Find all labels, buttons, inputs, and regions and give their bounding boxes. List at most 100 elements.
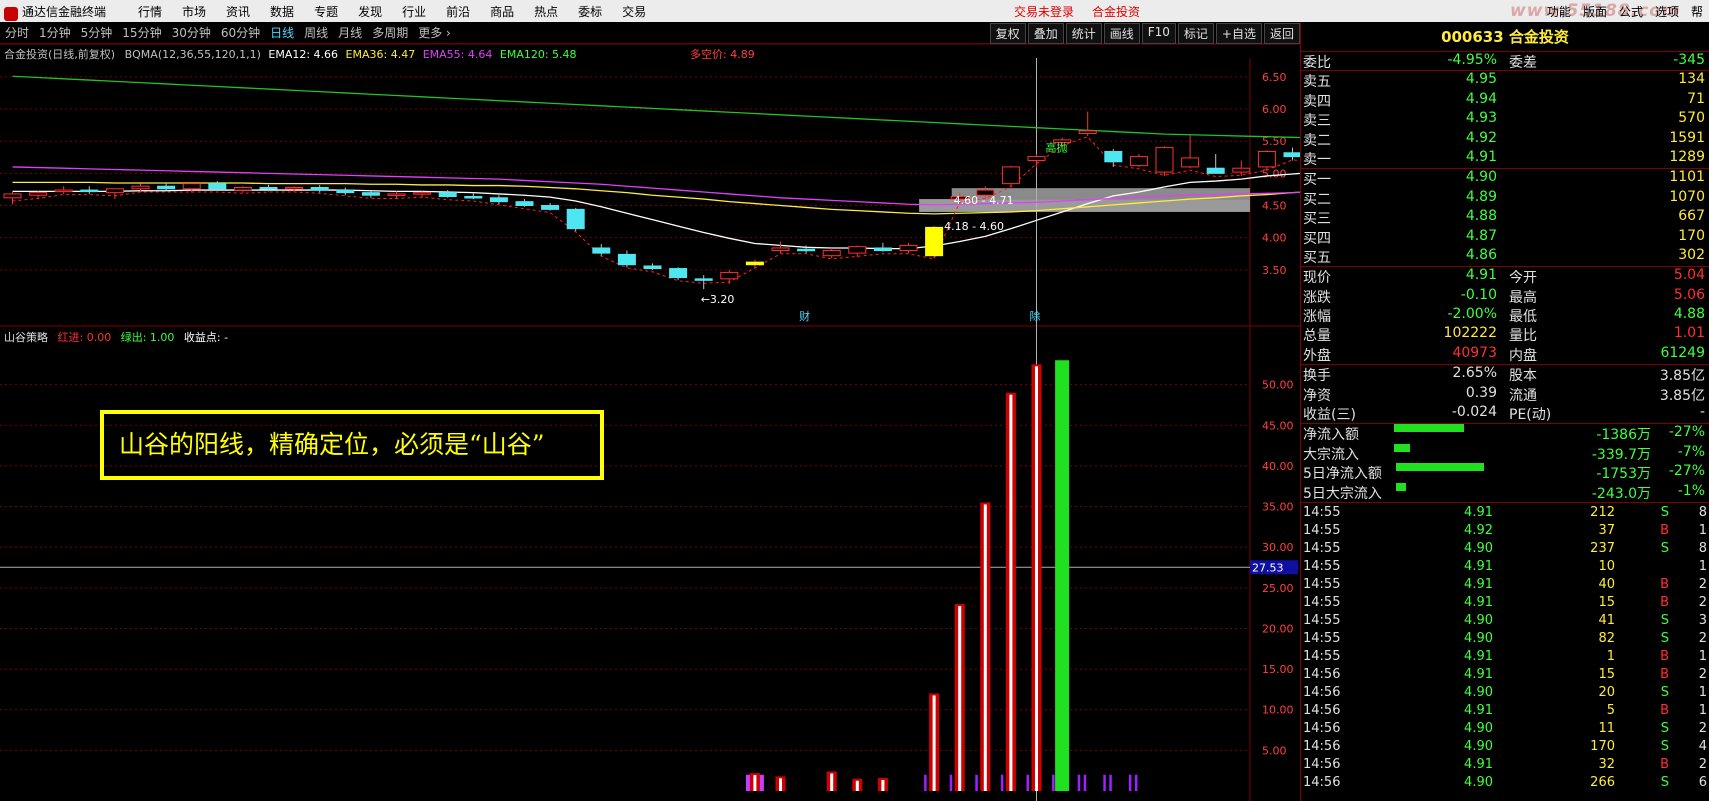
buy-book: 买一 4.90 1101 买二 4.89 1070 买三 4.88 667 买四 4.87 170 买五… [1301, 169, 1709, 268]
menu-right-0[interactable]: 功能 [1541, 3, 1577, 20]
share-row: 换手 2.65% 股本 3.85亿 [1301, 365, 1709, 384]
menu-right-2[interactable]: 公式 [1613, 3, 1649, 20]
sell-row: 卖三 4.93 570 [1301, 110, 1709, 129]
tick-volume: 32 [1598, 756, 1615, 772]
share-row-label: 换手 [1303, 368, 1331, 385]
period-tabs: 分时 1分钟 5分钟 15分钟 30分钟 60分钟 日线 周线 月线 多周期 更多 › [0, 24, 456, 41]
flow-bar [1394, 424, 1465, 433]
sell-volume: 1289 [1669, 148, 1705, 165]
stat-row-label2: 量比 [1509, 328, 1537, 345]
period-tab-3[interactable]: 15分钟 [117, 24, 166, 41]
menu-item-9[interactable]: 热点 [524, 3, 568, 20]
tick-price: 4.91 [1464, 648, 1493, 664]
menu-item-8[interactable]: 商品 [480, 3, 524, 20]
tick-list[interactable]: 14:55 4.91 212 S 8 14:55 4.92 37 B 1 14:55 4.90 237 S… [1301, 503, 1709, 793]
menu-right-1[interactable]: 版面 [1577, 3, 1613, 20]
candle [1078, 130, 1097, 134]
tick-row: 14:55 4.90 237 S 8 [1301, 541, 1709, 559]
buy-price: 4.87 [1465, 227, 1497, 244]
sell-volume: 134 [1678, 71, 1705, 88]
app-title-text: 通达信金融终端 [22, 4, 107, 19]
toolbar-buttons: 复权 叠加 统计 画线 F10 标记 +自选 返回 [988, 23, 1300, 44]
indicator-tick-1: 10.00 [1262, 704, 1294, 717]
buy-label: 买五 [1303, 249, 1331, 266]
fund-flows: 净流入额 -1386万 -27% 大宗流入 -339.7万 -7% 5日净流入额 -1753万… [1301, 424, 1709, 503]
candle [1129, 156, 1148, 167]
menu-item-7[interactable]: 前沿 [436, 3, 480, 20]
sell-volume: 1591 [1669, 129, 1705, 146]
tick-direction: S [1660, 540, 1669, 556]
period-tab-1[interactable]: 1分钟 [34, 24, 76, 41]
menu-item-4[interactable]: 专题 [304, 3, 348, 20]
candle [1001, 166, 1020, 185]
menu-item-10[interactable]: 委标 [568, 3, 612, 20]
flow-label: 5日净流入额 [1303, 466, 1382, 483]
quote-header: 000633 合金投资 [1301, 22, 1709, 52]
menu-item-5[interactable]: 发现 [348, 3, 392, 20]
menu-item-1[interactable]: 市场 [172, 3, 216, 20]
tick-row: 14:56 4.90 20 S 1 [1301, 685, 1709, 703]
toolbar-button-2[interactable]: 统计 [1065, 23, 1102, 44]
tick-direction: S [1660, 774, 1669, 790]
menu-item-2[interactable]: 资讯 [216, 3, 260, 20]
period-tab-10[interactable]: 更多 › [413, 24, 456, 41]
candle [131, 185, 150, 190]
tick-count: 2 [1698, 630, 1707, 646]
buy-row: 买四 4.87 170 [1301, 228, 1709, 247]
tick-row: 14:55 4.90 82 S 2 [1301, 631, 1709, 649]
period-tab-4[interactable]: 30分钟 [167, 24, 216, 41]
period-tab-2[interactable]: 5分钟 [76, 24, 118, 41]
period-tab-8[interactable]: 月线 [333, 24, 367, 41]
price-stats: 现价 4.91 今开 5.04 涨跌 -0.10 最高 5.06 涨幅 -2.00% 最低 4.88 总… [1301, 267, 1709, 366]
toolbar-button-7[interactable]: 返回 [1263, 23, 1300, 44]
tick-price: 4.90 [1464, 612, 1493, 628]
buy-volume: 170 [1678, 227, 1705, 244]
period-tab-9[interactable]: 多周期 [367, 24, 413, 41]
purple-signal-bar [1052, 774, 1055, 791]
tick-price: 4.91 [1464, 702, 1493, 718]
menu-item-11[interactable]: 交易 [612, 3, 656, 20]
red-bar-core [958, 606, 962, 791]
candle [336, 189, 355, 194]
toolbar-button-4[interactable]: F10 [1141, 23, 1176, 44]
stat-row-label: 总量 [1303, 328, 1331, 345]
stat-row-value2: 5.04 [1673, 267, 1705, 284]
toolbar-button-6[interactable]: +自选 [1215, 23, 1262, 44]
tick-time: 14:55 [1303, 576, 1341, 592]
menu-item-6[interactable]: 行业 [392, 3, 436, 20]
tick-direction: S [1660, 630, 1669, 646]
period-tab-5[interactable]: 60分钟 [216, 24, 265, 41]
menu-right-4[interactable]: 帮 [1685, 3, 1709, 20]
buy-price: 4.86 [1465, 246, 1497, 263]
purple-signal-bar [1134, 774, 1138, 791]
toolbar-button-5[interactable]: 标记 [1177, 23, 1214, 44]
red-bar-core [830, 773, 834, 791]
menu-right-3[interactable]: 选项 [1649, 3, 1685, 20]
share-row-label: 收益(三) [1303, 407, 1356, 424]
indicator-info-line: 山谷策略 红进: 0.00 绿出: 1.00 收益点: - [4, 329, 228, 345]
toolbar-button-3[interactable]: 画线 [1103, 23, 1140, 44]
candle [54, 189, 73, 193]
menu-item-3[interactable]: 数据 [260, 3, 304, 20]
tick-count: 8 [1698, 540, 1707, 556]
period-tab-0[interactable]: 分时 [0, 24, 34, 41]
toolbar-button-0[interactable]: 复权 [989, 23, 1026, 44]
tick-row: 14:56 4.90 11 S 2 [1301, 721, 1709, 739]
app-title: 通达信金融终端 [0, 3, 128, 21]
candle [566, 208, 585, 230]
flow-row: 5日大宗流入 -243.0万 -1% [1301, 482, 1709, 502]
period-tab-6[interactable]: 日线 [265, 24, 299, 41]
indicator-tick-6: 35.00 [1262, 501, 1294, 514]
buy-price: 4.90 [1465, 169, 1497, 186]
toolbar-button-1[interactable]: 叠加 [1027, 23, 1064, 44]
stat-row-label2: 最高 [1509, 289, 1537, 306]
tick-row: 14:56 4.90 170 S 4 [1301, 739, 1709, 757]
stat-row: 总量 102222 量比 1.01 [1301, 325, 1709, 344]
buy-price: 4.89 [1465, 188, 1497, 205]
menu-item-0[interactable]: 行情 [128, 3, 172, 20]
candle [822, 250, 841, 257]
tick-price: 4.92 [1464, 522, 1493, 538]
tick-volume: 37 [1598, 522, 1615, 538]
trade-login-status[interactable]: 交易未登录 [1014, 3, 1074, 20]
period-tab-7[interactable]: 周线 [299, 24, 333, 41]
